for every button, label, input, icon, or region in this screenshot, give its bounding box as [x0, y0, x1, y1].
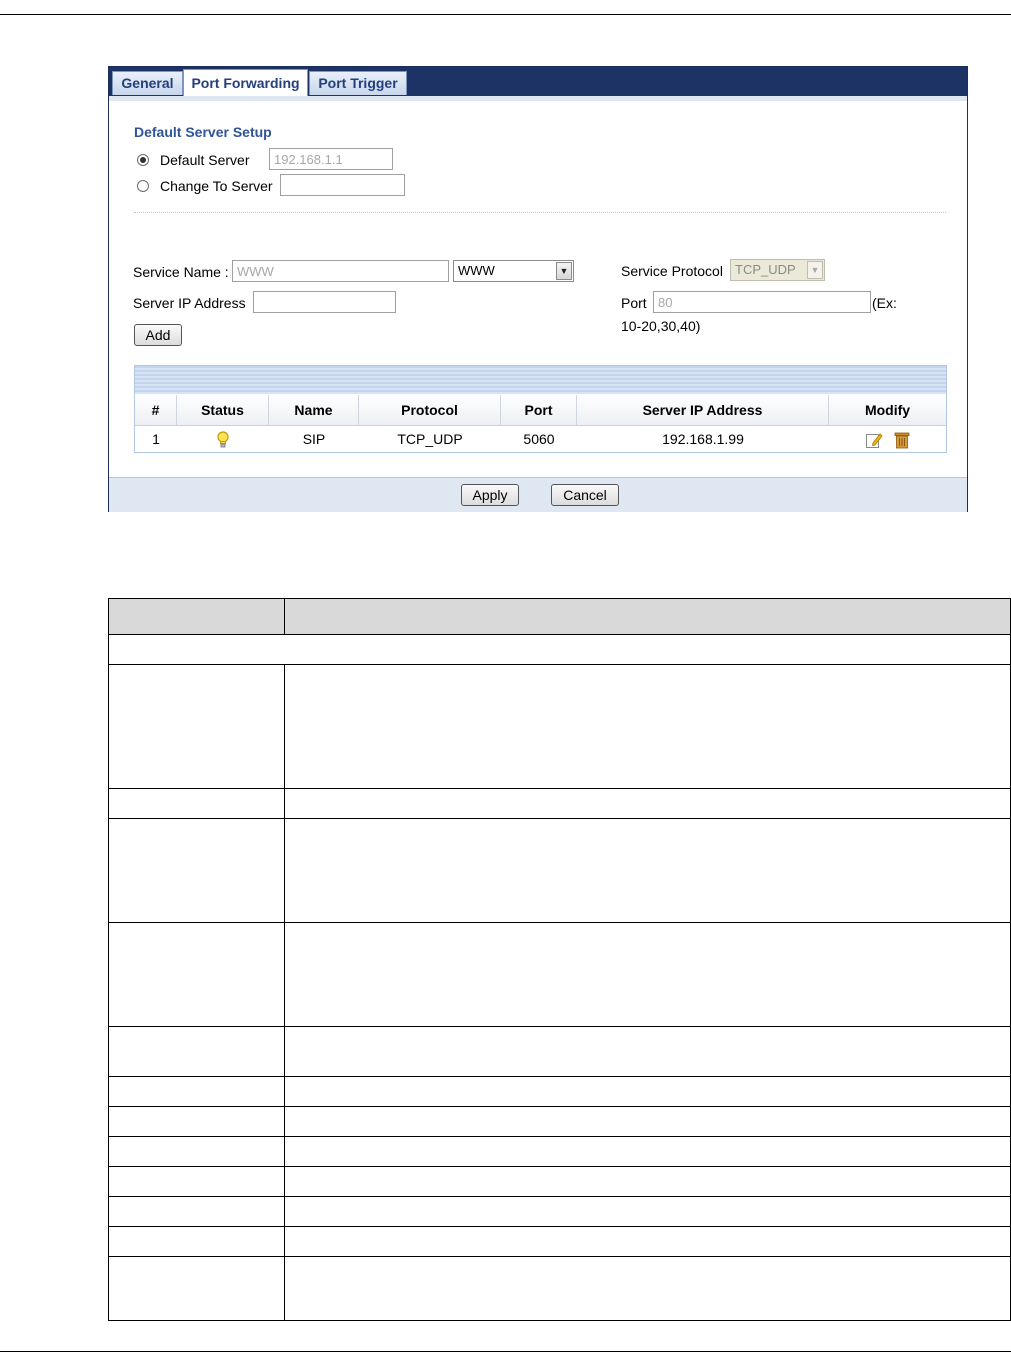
col-header-server-ip: Server IP Address	[577, 395, 829, 425]
trash-icon[interactable]	[894, 431, 910, 449]
col-header-index: #	[135, 395, 177, 425]
panel-footer: Apply Cancel	[109, 477, 967, 512]
page-bottom-rule	[0, 1351, 1011, 1352]
default-server-radio[interactable]	[137, 154, 149, 166]
port-hint: (Ex:	[872, 295, 897, 311]
col-header-port: Port	[501, 395, 577, 425]
tab-port-forwarding[interactable]: Port Forwarding	[183, 69, 308, 97]
description-section-row	[109, 635, 1010, 665]
edit-icon[interactable]	[865, 431, 883, 449]
tab-underline	[109, 96, 967, 101]
description-row	[109, 1027, 1010, 1077]
default-server-label: Default Server	[160, 152, 250, 168]
service-protocol-label: Service Protocol	[621, 263, 723, 279]
change-to-server-radio[interactable]	[137, 180, 149, 192]
col-header-modify: Modify	[864, 402, 911, 418]
row-name: SIP	[302, 431, 326, 447]
table-title-band	[135, 366, 946, 394]
description-row	[109, 1197, 1010, 1227]
col-header-status: Status	[177, 395, 269, 425]
service-select[interactable]: WWW ▼	[453, 260, 574, 282]
description-row	[109, 789, 1010, 819]
row-protocol: TCP_UDP	[397, 431, 463, 447]
lightbulb-icon[interactable]	[216, 431, 230, 449]
description-row	[109, 819, 1010, 923]
service-protocol-select[interactable]: TCP_UDP ▼	[730, 259, 825, 281]
port-hint-example: 10-20,30,40)	[621, 318, 701, 334]
add-button[interactable]: Add	[134, 324, 182, 346]
description-row	[109, 1107, 1010, 1137]
change-to-server-ip-input[interactable]	[280, 174, 405, 196]
port-input[interactable]: 80	[653, 291, 871, 313]
page-top-rule	[0, 14, 1011, 15]
col-header-protocol: Protocol	[359, 395, 501, 425]
col-header-name: Name	[269, 395, 359, 425]
section-title-default-server-setup: Default Server Setup	[134, 124, 272, 140]
header-col-divider	[109, 599, 285, 634]
tab-general[interactable]: General	[112, 71, 183, 95]
service-select-value: WWW	[458, 263, 495, 278]
service-protocol-value: TCP_UDP	[735, 262, 796, 277]
tab-bar: General Port Forwarding Port Trigger	[109, 67, 967, 97]
service-name-input[interactable]: WWW	[232, 260, 449, 282]
default-server-option[interactable]: Default Server	[137, 152, 249, 168]
chevron-down-icon: ▼	[556, 262, 572, 280]
server-ip-address-label: Server IP Address	[133, 295, 246, 311]
description-row	[109, 1167, 1010, 1197]
cancel-button[interactable]: Cancel	[551, 484, 619, 506]
service-name-label: Service Name :	[133, 264, 229, 280]
description-row	[109, 665, 1010, 789]
row-port: 5060	[523, 431, 555, 447]
row-server-ip: 192.168.1.99	[662, 431, 744, 447]
default-server-ip-input[interactable]: 192.168.1.1	[269, 148, 393, 170]
description-row	[109, 1227, 1010, 1257]
port-forwarding-panel: General Port Forwarding Port Trigger Def…	[108, 66, 968, 512]
status-cell	[177, 426, 269, 452]
description-row	[109, 1137, 1010, 1167]
change-to-server-label: Change To Server	[160, 178, 273, 194]
port-label: Port	[621, 295, 647, 311]
section-divider	[134, 212, 946, 213]
description-table-header	[109, 599, 1010, 635]
description-row	[109, 923, 1010, 1027]
server-ip-address-input[interactable]	[253, 291, 396, 313]
apply-button[interactable]: Apply	[461, 484, 519, 506]
table-header-row: # Status Name Protocol Port Server IP Ad…	[135, 395, 946, 426]
chevron-down-icon: ▼	[807, 261, 823, 279]
row-index: 1	[152, 431, 160, 447]
modify-cell	[829, 426, 946, 452]
description-table	[108, 598, 1011, 1321]
tab-port-trigger[interactable]: Port Trigger	[309, 71, 407, 95]
description-row	[109, 1077, 1010, 1107]
description-row	[109, 1257, 1010, 1320]
port-forwarding-rules-table: # Status Name Protocol Port Server IP Ad…	[134, 365, 947, 453]
change-to-server-option[interactable]: Change To Server	[137, 178, 273, 194]
table-row: 1 SIP TCP_UDP 5060 192.168.1.99	[135, 426, 946, 452]
